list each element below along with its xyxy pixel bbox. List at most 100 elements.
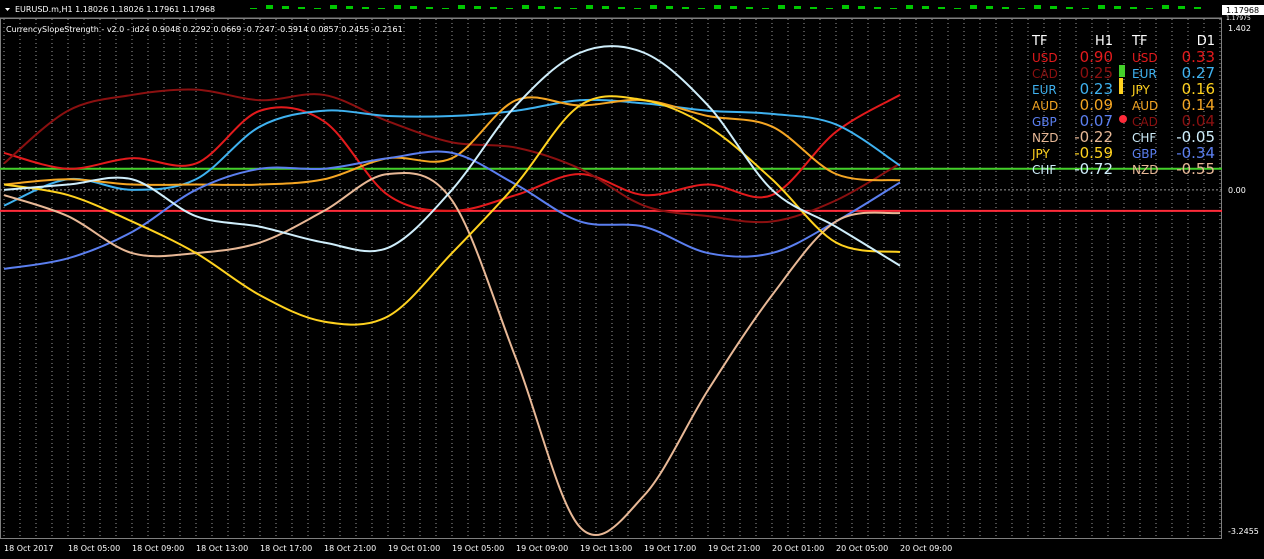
level-marker-yellow (1119, 78, 1123, 94)
time-tick-label: 19 Oct 09:00 (516, 544, 568, 553)
mini-bar (538, 6, 545, 9)
mini-bar (378, 8, 385, 9)
d1-currency-label: USD (1132, 51, 1158, 65)
mini-bar (954, 8, 961, 9)
time-tick-label: 20 Oct 09:00 (900, 544, 952, 553)
mini-bar (906, 5, 913, 9)
mini-bar (970, 5, 977, 9)
mini-bar (1018, 8, 1025, 9)
mini-bar (682, 7, 689, 9)
mini-bar (986, 6, 993, 9)
mini-bar (346, 6, 353, 9)
mini-bar (650, 5, 657, 9)
mini-bar (1130, 7, 1137, 9)
mini-bar (474, 6, 481, 9)
indicator-line: CurrencySlopeStrength - v2.0 - id24 0.90… (6, 25, 403, 34)
mini-bar (842, 5, 849, 9)
d1-currency-label: AUD (1132, 99, 1158, 113)
mini-bar (490, 7, 497, 9)
mini-bar (282, 6, 289, 9)
mini-bar (394, 5, 401, 9)
time-tick-label: 19 Oct 21:00 (708, 544, 760, 553)
mini-bar (922, 6, 929, 9)
mini-bar (778, 5, 785, 9)
strength-table: TF H1 TF D1 USD 0.90CAD 0.25EUR 0.23AUD 0.09… (1031, 34, 1215, 178)
mini-bar (250, 8, 257, 9)
mini-bar (442, 8, 449, 9)
d1-currency-label: GBP (1132, 147, 1157, 161)
mini-bar (426, 7, 433, 9)
mini-bar (714, 5, 721, 9)
mini-bar (1178, 6, 1185, 9)
mini-bar (858, 6, 865, 9)
mini-bar (410, 6, 417, 9)
h1-currency-label: AUD (1032, 99, 1058, 113)
mini-bar (762, 8, 769, 9)
symbol-line: EURUSD.m,H1 1.18026 1.18026 1.17961 1.17… (15, 5, 215, 14)
scale-zero-label: 0.00 (1228, 186, 1246, 195)
mini-bar (458, 5, 465, 9)
time-tick-label: 18 Oct 2017 (4, 544, 53, 553)
h1-strength-value: -0.72 (1074, 160, 1113, 178)
currency-strength-chart[interactable]: EURUSD.m,H1 1.18026 1.18026 1.17961 1.17… (0, 0, 1264, 559)
mini-bar (330, 5, 337, 9)
mini-bar (1066, 7, 1073, 9)
mini-bar (506, 8, 513, 9)
level-marker-red-dot (1119, 115, 1127, 123)
time-axis: 18 Oct 2017 18 Oct 05:00 18 Oct 09:00 18 Oc… (4, 544, 952, 553)
mini-bar (634, 8, 641, 9)
mini-bar (618, 7, 625, 9)
h1-header: H1 (1095, 34, 1113, 49)
time-tick-label: 18 Oct 17:00 (260, 544, 312, 553)
mini-bar (362, 7, 369, 9)
time-tick-label: 18 Oct 09:00 (132, 544, 184, 553)
mini-bar (1050, 6, 1057, 9)
mini-bar (1162, 5, 1169, 9)
mini-bar (1194, 7, 1201, 9)
d1-currency-label: CAD (1132, 115, 1158, 129)
time-tick-label: 19 Oct 17:00 (644, 544, 696, 553)
time-tick-label: 19 Oct 05:00 (452, 544, 504, 553)
time-tick-label: 20 Oct 01:00 (772, 544, 824, 553)
mini-bar (586, 5, 593, 9)
h1-tf-header: TF (1031, 34, 1047, 49)
mini-bar (666, 6, 673, 9)
h1-currency-label: CAD (1032, 67, 1058, 81)
mini-bar (730, 6, 737, 9)
mini-bar (570, 8, 577, 9)
mini-bar (890, 8, 897, 9)
time-tick-label: 19 Oct 01:00 (388, 544, 440, 553)
mini-bar (874, 7, 881, 9)
mini-bar (1114, 6, 1121, 9)
mini-bar (826, 8, 833, 9)
d1-tf-header: TF (1131, 34, 1147, 49)
d1-currency-label: JPY (1131, 83, 1151, 97)
time-tick-label: 18 Oct 13:00 (196, 544, 248, 553)
level-marker-green (1119, 65, 1125, 77)
time-tick-label: 18 Oct 05:00 (68, 544, 120, 553)
mini-bar (1098, 5, 1105, 9)
mini-bar (522, 5, 529, 9)
h1-currency-label: JPY (1031, 147, 1051, 161)
mini-bar (1002, 7, 1009, 9)
scale-max-label: 1.402 (1228, 24, 1251, 33)
h1-currency-label: USD (1032, 51, 1058, 65)
mini-bar (746, 7, 753, 9)
h1-currency-label: NZD (1032, 131, 1058, 145)
scale-min-label: -3.2455 (1228, 527, 1259, 536)
d1-strength-value: -0.55 (1176, 160, 1215, 178)
top-price-label: 1.17968 (1226, 6, 1259, 15)
d1-currency-label: CHF (1132, 131, 1156, 145)
d1-currency-label: NZD (1132, 163, 1158, 177)
h1-currency-label: GBP (1032, 115, 1057, 129)
h1-currency-label: CHF (1032, 163, 1056, 177)
mini-bar (698, 8, 705, 9)
mini-bar (602, 6, 609, 9)
mini-bar (1146, 8, 1153, 9)
mini-bar (554, 7, 561, 9)
mini-bar (314, 8, 321, 9)
top-price-small-label: 1.17975 (1226, 15, 1251, 22)
mini-bar (1082, 8, 1089, 9)
time-tick-label: 19 Oct 13:00 (580, 544, 632, 553)
d1-currency-label: EUR (1132, 67, 1157, 81)
